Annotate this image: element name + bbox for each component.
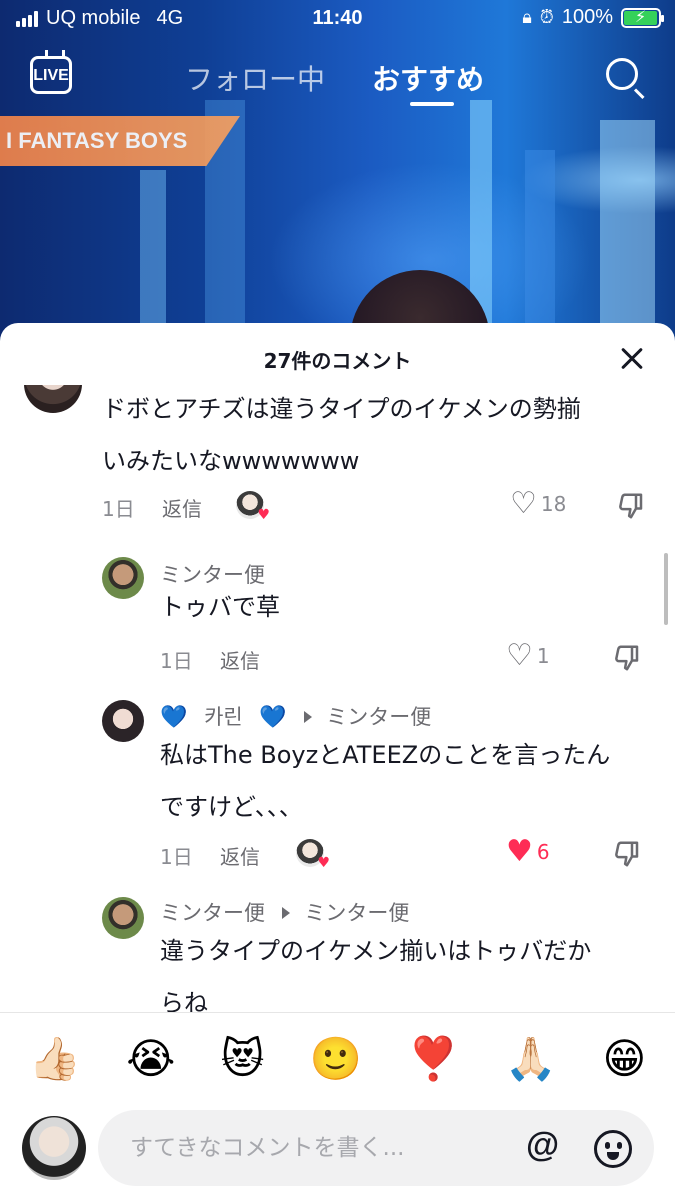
alarm-icon: ⏰︎ xyxy=(539,7,554,27)
comment-author: ミンター便 xyxy=(160,901,265,925)
heart-filled-icon: ♥ xyxy=(506,834,533,869)
reply-button[interactable]: 返信 xyxy=(220,645,260,674)
reply-button[interactable]: 返信 xyxy=(220,841,260,870)
like-count: 18 xyxy=(540,492,567,516)
blue-heart-icon: 💙 xyxy=(160,705,188,730)
like-count: 6 xyxy=(536,840,550,864)
thumbs-up-emoji[interactable]: 👍🏻 xyxy=(29,1034,81,1083)
comment-input[interactable] xyxy=(98,1110,654,1186)
scrollbar[interactable] xyxy=(664,553,668,625)
mention-icon[interactable]: @ xyxy=(526,1126,559,1165)
heart-outline-icon: ♡ xyxy=(506,638,533,673)
dislike-icon[interactable] xyxy=(612,643,642,673)
avatar[interactable] xyxy=(102,897,144,939)
creator-liked-badge: ♥ xyxy=(236,491,270,523)
orientation-lock-icon: 🔒︎ xyxy=(522,7,532,27)
live-icon[interactable]: LIVE xyxy=(30,56,72,94)
emoji-quick-bar: 👍🏻 😭 😻 🙂 ❣️ 🙏🏻 😁 xyxy=(0,1012,675,1104)
creator-liked-badge: ♥ xyxy=(296,839,330,871)
comment-time: 1日 xyxy=(160,649,193,673)
comments-list[interactable]: ドボとアチズは違うタイプのイケメンの勢揃 いみたいなwwwwwww 1日 返信 … xyxy=(0,385,675,1012)
comment-author-line[interactable]: 💙 카린 💙 ミンター便 xyxy=(160,701,431,731)
like-button[interactable]: ♡ 18 xyxy=(510,489,566,519)
comment-time: 1日 xyxy=(102,497,135,521)
comments-count-title: 27件のコメント xyxy=(263,349,412,373)
status-bar: UQ mobile 4G 11:40 🔒︎ ⏰︎ 100% ⚡︎ xyxy=(0,0,675,38)
top-nav: LIVE フォロー中 おすすめ xyxy=(0,50,675,110)
tab-recommended[interactable]: おすすめ xyxy=(372,58,484,98)
heart-icon: ♥ xyxy=(317,855,330,871)
crying-face-emoji[interactable]: 😭 xyxy=(126,1034,175,1083)
comment-author: 카린 xyxy=(204,705,243,729)
reply-button[interactable]: 返信 xyxy=(162,493,202,522)
comment-text: ドボとアチズは違うタイプのイケメンの勢揃 xyxy=(102,395,581,423)
comment-composer: @ xyxy=(0,1104,675,1200)
dislike-icon[interactable] xyxy=(616,491,646,521)
comments-sheet: 27件のコメント ドボとアチズは違うタイプのイケメンの勢揃 いみたいなwwwww… xyxy=(0,323,675,1200)
tab-following[interactable]: フォロー中 xyxy=(185,58,325,98)
avatar[interactable] xyxy=(102,700,144,742)
heart-eyes-cat-emoji[interactable]: 😻 xyxy=(221,1034,265,1083)
light-stripe xyxy=(140,170,166,340)
comment-text: ですけど、、、 xyxy=(160,793,303,821)
reply-arrow-icon xyxy=(303,711,312,723)
emoji-picker-icon[interactable] xyxy=(594,1130,632,1168)
status-right: 🔒︎ ⏰︎ 100% ⚡︎ xyxy=(522,6,664,29)
comment-text: トゥバで草 xyxy=(160,593,280,621)
heart-exclamation-emoji[interactable]: ❣️ xyxy=(407,1034,459,1083)
like-button[interactable]: ♥ 6 xyxy=(506,837,550,867)
heart-icon: ♥ xyxy=(257,507,270,523)
user-avatar[interactable] xyxy=(22,1116,86,1180)
grinning-emoji[interactable]: 😁 xyxy=(602,1034,646,1083)
video-caption-banner: I FANTASY BOYS xyxy=(0,116,240,166)
reply-arrow-icon xyxy=(281,907,290,919)
comment-text: 違うタイプのイケメン揃いはトゥバだか xyxy=(160,937,592,965)
comment-author-line[interactable]: ミンター便 ミンター便 xyxy=(160,897,409,927)
like-count: 1 xyxy=(536,644,550,668)
folded-hands-emoji[interactable]: 🙏🏻 xyxy=(505,1034,557,1083)
avatar[interactable] xyxy=(102,557,144,599)
search-icon[interactable] xyxy=(606,58,638,90)
comment-text: らね xyxy=(160,989,208,1012)
comment-time: 1日 xyxy=(160,845,193,869)
comment-text: 私はThe BoyzとATEEZのことを言ったん xyxy=(160,741,611,769)
comment-text: いみたいなwwwwwww xyxy=(102,447,360,475)
battery-percent: 100% xyxy=(561,6,613,28)
heart-outline-icon: ♡ xyxy=(510,486,537,521)
battery-icon: ⚡︎ xyxy=(621,7,664,28)
slightly-smiling-emoji[interactable]: 🙂 xyxy=(310,1034,362,1083)
blue-heart-icon: 💙 xyxy=(259,705,287,730)
reply-to-name: ミンター便 xyxy=(326,705,432,729)
close-icon[interactable] xyxy=(620,347,644,371)
like-button[interactable]: ♡ 1 xyxy=(506,641,550,671)
avatar[interactable] xyxy=(24,385,82,413)
active-tab-indicator xyxy=(410,102,454,106)
dislike-icon[interactable] xyxy=(612,839,642,869)
reply-to-name: ミンター便 xyxy=(304,901,410,925)
